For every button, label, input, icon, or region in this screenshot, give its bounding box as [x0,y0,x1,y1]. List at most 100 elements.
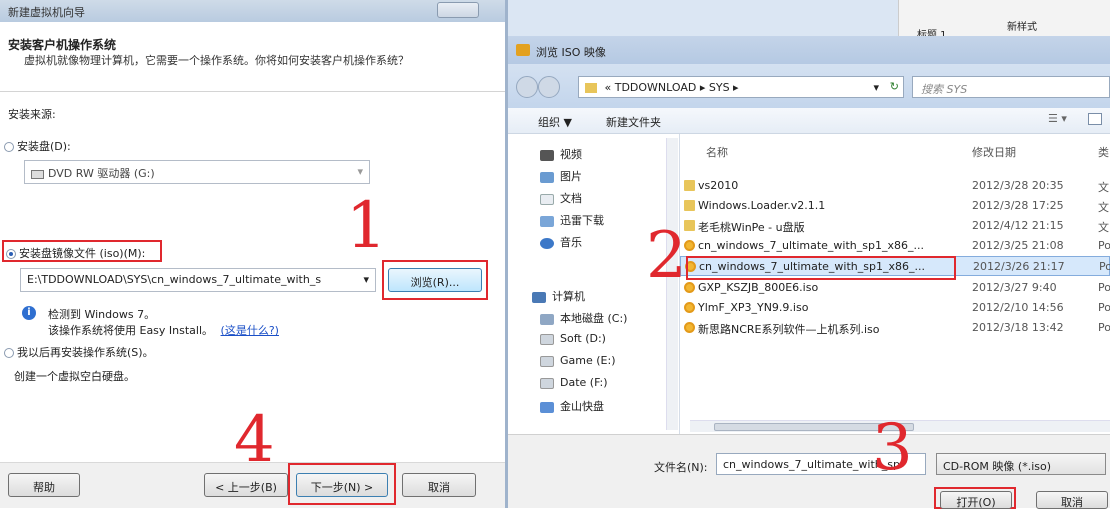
file-type: 文 [1098,201,1109,214]
wizard-titlebar: 新建虚拟机向导 [0,0,505,22]
what-is-link[interactable]: (这是什么?) [221,324,279,337]
file-type: 文 [1098,181,1109,194]
background-window [508,0,898,36]
file-date: 2012/3/18 13:42 [972,321,1064,334]
preview-pane-icon[interactable] [1088,113,1102,125]
file-type-filter[interactable]: CD-ROM 映像 (*.iso) [936,453,1106,475]
drive-icon [540,333,554,345]
new-folder-button[interactable]: 新建文件夹 [606,114,661,130]
computer-icon [532,291,546,303]
column-type[interactable]: 类 [1098,144,1109,160]
file-name: YlmF_XP3_YN9.9.iso [698,301,809,314]
file-date: 2012/3/27 9:40 [972,281,1057,294]
breadcrumb-sys[interactable]: SYS [709,81,730,94]
nav-item-drive-c[interactable]: 本地磁盘 (C:) [540,310,627,326]
iso-path-input[interactable]: E:\TDDOWNLOAD\SYS\cn_windows_7_ultimate_… [20,268,376,292]
nav-label: 计算机 [552,290,585,303]
forward-nav-icon[interactable] [538,76,560,98]
picture-icon [540,171,554,183]
nav-item-thunder[interactable]: 迅雷下载 [540,212,604,228]
file-type: Po [1098,301,1110,314]
address-area: « TDDOWNLOAD ▸ SYS ▸ ▾ ↻ 搜索 SYS [508,64,1110,108]
file-date: 2012/3/25 21:08 [972,239,1064,252]
file-type: Po [1099,260,1110,273]
nav-item-computer[interactable]: 计算机 [532,288,585,304]
browse-button[interactable]: 浏览(R)... [388,268,482,292]
folder-icon [585,83,597,93]
annotation-1: 1 [346,189,387,263]
later-radio[interactable]: 我以后再安装操作系统(S)。 [4,344,154,360]
column-name[interactable]: 名称 [706,144,728,160]
video-icon [540,149,554,161]
open-button[interactable]: 打开(O) [940,491,1012,509]
file-row[interactable]: GXP_KSZJB_800E6.iso 2012/3/27 9:40 Po [680,278,1110,298]
disc-radio[interactable]: 安装盘(D): [4,138,71,154]
drive-icon [540,355,554,367]
info-icon: i [22,306,36,320]
chevron-down-icon: ▾ [357,165,363,178]
nav-item-drive-f[interactable]: Date (F:) [540,376,608,389]
next-button[interactable]: 下一步(N) > [296,473,388,497]
search-input[interactable]: 搜索 SYS [912,76,1110,98]
dialog-cancel-button[interactable]: 取消 [1036,491,1108,509]
radio-icon [4,348,14,358]
nav-item-videos[interactable]: 视频 [540,146,582,162]
nav-label: Game (E:) [560,354,616,367]
disc-drive-select[interactable]: DVD RW 驱动器 (G:) ▾ [24,160,370,184]
selection-highlight [686,256,956,280]
file-row[interactable]: cn_windows_7_ultimate_with_sp1_x86_... 20… [680,236,1110,256]
later-description: 创建一个虚拟空白硬盘。 [14,370,135,383]
nav-label: Soft (D:) [560,332,606,345]
drive-icon [540,313,554,325]
nav-item-drive-e[interactable]: Game (E:) [540,354,615,367]
nav-item-drive-d[interactable]: Soft (D:) [540,332,606,345]
chevron-down-icon: ▾ [363,273,369,286]
annotation-2: 2 [646,219,687,293]
file-row[interactable]: YlmF_XP3_YN9.9.iso 2012/2/10 14:56 Po [680,298,1110,318]
cancel-button[interactable]: 取消 [402,473,476,497]
close-button[interactable] [437,2,479,18]
breadcrumb-tddownload[interactable]: TDDOWNLOAD [615,81,697,94]
file-name: cn_windows_7_ultimate_with_sp1_x86_... [698,239,924,252]
nav-item-documents[interactable]: 文档 [540,190,582,206]
nav-item-pictures[interactable]: 图片 [540,168,582,184]
iso-path-value: E:\TDDOWNLOAD\SYS\cn_windows_7_ultimate_… [27,273,322,286]
drive-icon [540,377,554,389]
nav-item-kuaipan[interactable]: 金山快盘 [540,398,604,414]
style-label: 新样式 [1007,22,1037,33]
browse-iso-dialog: 新样式 标题 1 浏览 ISO 映像 « TDDOWNLOAD ▸ SYS ▸ … [508,0,1110,509]
file-row[interactable]: Windows.Loader.v2.1.1 2012/3/28 17:25 文 [680,196,1110,216]
column-date[interactable]: 修改日期 [972,144,1016,160]
file-type: Po [1098,321,1110,334]
document-icon [540,193,554,205]
annotation-3: 3 [872,411,913,485]
dvd-drive-icon [31,169,44,179]
iso-radio[interactable]: 安装盘镜像文件 (iso)(M): [2,240,162,262]
help-button[interactable]: 帮助 [8,473,80,497]
folder-icon [684,180,695,191]
filter-value: CD-ROM 映像 (*.iso) [943,460,1052,473]
file-row[interactable]: vs2010 2012/3/28 20:35 文 [680,176,1110,196]
background-ribbon: 新样式 标题 1 [898,0,1110,41]
install-from-label: 安装来源: [8,108,56,121]
file-name: vs2010 [698,179,739,192]
nav-label: 文档 [560,192,582,205]
file-type: Po [1098,239,1110,252]
organize-button[interactable]: 组织 ▼ [538,114,572,130]
file-date: 2012/3/28 17:25 [972,199,1064,212]
back-nav-icon[interactable] [516,76,538,98]
later-option-label: 我以后再安装操作系统(S)。 [17,346,154,359]
file-date: 2012/2/10 14:56 [972,301,1064,314]
nav-item-music[interactable]: 音乐 [540,234,582,250]
refresh-icon[interactable]: ↻ [890,80,899,93]
file-name: GXP_KSZJB_800E6.iso [698,281,819,294]
file-row[interactable]: 新思路NCRE系列软件—上机系列.iso 2012/3/18 13:42 Po [680,318,1110,338]
nav-label: 迅雷下载 [560,214,604,227]
wizard-title: 新建虚拟机向导 [8,6,85,19]
file-name: 老毛桃WinPe - u盘版 [698,221,805,234]
breadcrumb[interactable]: « TDDOWNLOAD ▸ SYS ▸ ▾ ↻ [578,76,904,98]
page-description: 虚拟机就像物理计算机，它需要一个操作系统。你将如何安装客户机操作系统？ [24,54,409,67]
disc-drive-value: DVD RW 驱动器 (G:) [48,167,155,180]
view-options-icon[interactable]: ☰ ▾ [1048,112,1067,125]
file-row[interactable]: 老毛桃WinPe - u盘版 2012/4/12 21:15 文 [680,216,1110,236]
